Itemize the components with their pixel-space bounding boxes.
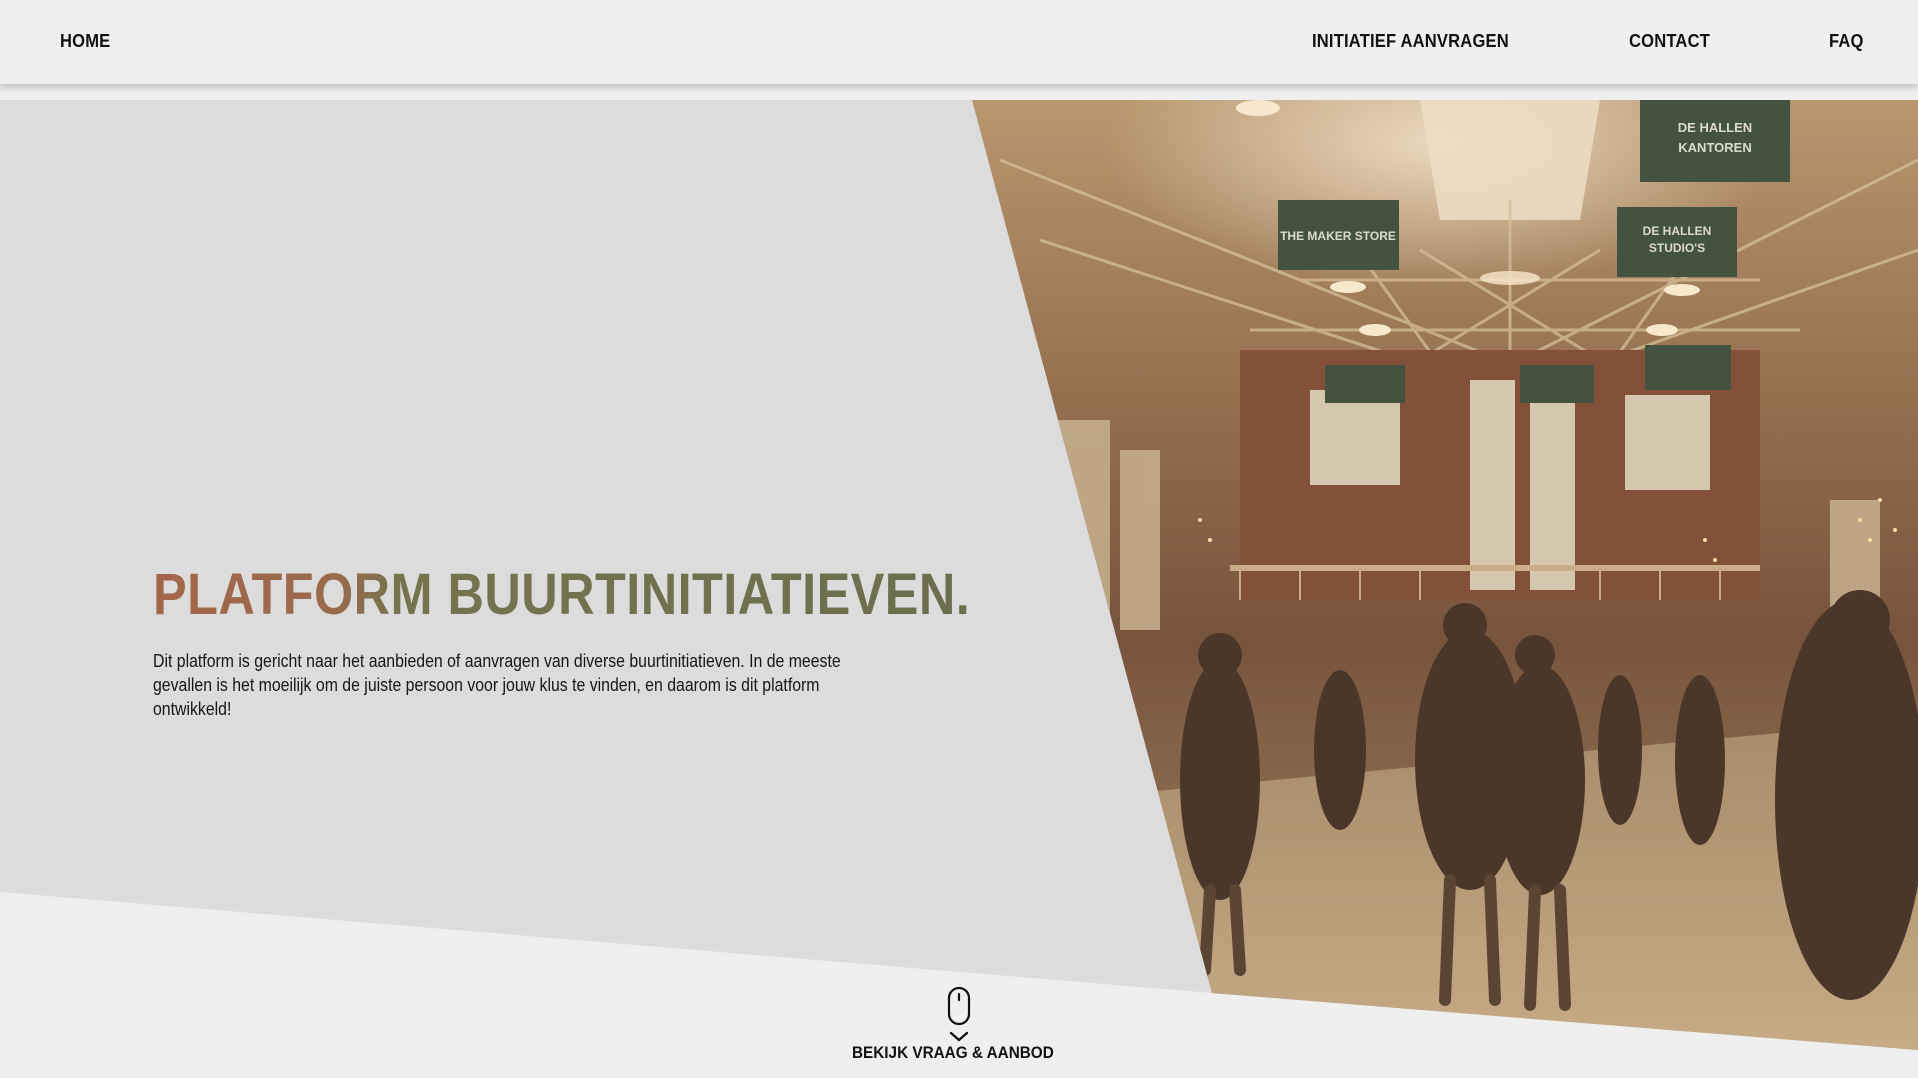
hero-title: PLATFORM BUURTINITIATIEVEN.: [153, 562, 971, 627]
site-header: HOME INITIATIEF AANVRAGEN CONTACT FAQ: [0, 0, 1918, 84]
hero-section: DE HALLEN KANTOREN THE MAKER STORE DE HA…: [0, 100, 1918, 1078]
scroll-cue-label[interactable]: BEKIJK VRAAG & AANBOD: [852, 1043, 1054, 1063]
chevron-down-icon[interactable]: [949, 1031, 969, 1043]
nav-home-link[interactable]: HOME: [60, 31, 110, 52]
nav-faq-link[interactable]: FAQ: [1829, 31, 1864, 52]
hero-description: Dit platform is gericht naar het aanbied…: [153, 651, 841, 719]
mouse-icon[interactable]: [947, 986, 971, 1026]
nav-initiatief-aanvragen-link[interactable]: INITIATIEF AANVRAGEN: [1312, 31, 1509, 52]
nav-contact-link[interactable]: CONTACT: [1629, 31, 1710, 52]
